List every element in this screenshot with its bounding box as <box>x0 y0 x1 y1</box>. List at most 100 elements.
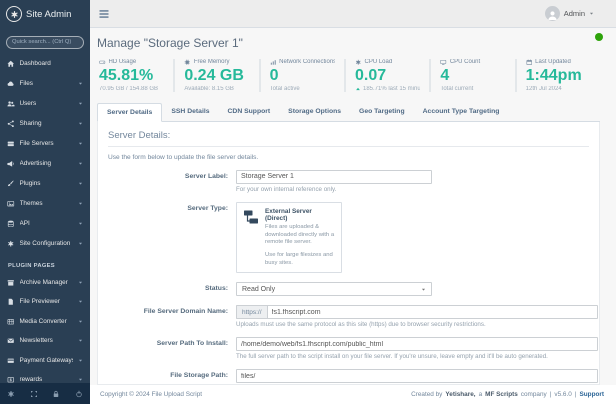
sidebar-item-api[interactable]: API <box>0 214 90 234</box>
chevron-down-icon <box>78 201 83 206</box>
server-type-title: External Server (Direct) <box>265 208 335 222</box>
version-label: v5.6.0 <box>554 391 571 398</box>
form-row-domain: File Server Domain Name: https:// Upload… <box>108 305 589 328</box>
stat-label: Free Memory <box>194 59 230 65</box>
user-menu[interactable]: Admin <box>545 6 594 21</box>
brand[interactable]: Site Admin <box>0 0 90 26</box>
credits-suffix: company <box>521 391 547 398</box>
sidebar-item-archive-manager[interactable]: Archive Manager <box>0 273 90 293</box>
main-content: Manage "Storage Server 1" HD Usage 45.81… <box>90 28 616 385</box>
sidebar: Site Admin Dashboard Files Users Sharing… <box>0 0 90 404</box>
users-icon <box>7 100 15 108</box>
sidebar-item-users[interactable]: Users <box>0 94 90 114</box>
tab-geo-targeting[interactable]: Geo Targeting <box>350 103 414 122</box>
stat-label: Network Connections <box>279 59 335 65</box>
sidebar-item-sharing[interactable]: Sharing <box>0 114 90 134</box>
stat-value: 4 <box>440 67 505 85</box>
file-servers-icon <box>7 140 15 148</box>
sidebar-item-advertising[interactable]: Advertising <box>0 154 90 174</box>
trend-up-icon <box>355 86 361 92</box>
tab-server-details[interactable]: Server Details <box>97 103 162 122</box>
footer: Copyright © 2024 File Upload Script Crea… <box>90 385 616 404</box>
sidebar-item-site-configuration[interactable]: Site Configuration <box>0 234 90 254</box>
sidebar-item-media-converter[interactable]: Media Converter <box>0 312 90 332</box>
stat-last-updated: Last Updated 1:44pm 12th Jul 2024 <box>515 59 600 92</box>
stat-cpu-count: CPU Count 4 Total current <box>429 59 514 92</box>
status-select-value: Read Only <box>242 286 275 293</box>
cpu-count-icon <box>440 59 447 66</box>
api-icon <box>7 220 15 228</box>
stat-free-memory: Free Memory 0.24 GB Available: 8.15 GB <box>173 59 258 92</box>
sidebar-item-themes[interactable]: Themes <box>0 194 90 214</box>
stat-label: CPU Load <box>364 59 392 65</box>
domain-input[interactable] <box>267 305 598 319</box>
stat-label: Last Updated <box>535 59 571 65</box>
menu-toggle-icon[interactable] <box>98 8 110 20</box>
stat-sub: Total active <box>270 86 335 92</box>
sidebar-item-dashboard[interactable]: Dashboard <box>0 54 90 74</box>
sidebar-footer <box>0 383 90 404</box>
stat-value: 1:44pm <box>526 67 591 85</box>
sidebar-item-label: Advertising <box>20 160 74 167</box>
stat-sub: 70.95 GB / 154.88 GB <box>99 86 164 92</box>
power-icon[interactable] <box>75 390 83 398</box>
fullscreen-icon[interactable] <box>30 390 38 398</box>
sidebar-item-label: Media Converter <box>20 318 74 325</box>
stat-label: CPU Count <box>450 59 480 65</box>
cpu-load-icon <box>355 59 362 66</box>
share-icon <box>7 120 15 128</box>
payment-gateways-icon <box>7 357 15 365</box>
sidebar-item-file-servers[interactable]: File Servers <box>0 134 90 154</box>
chevron-down-icon <box>78 358 83 363</box>
sidebar-item-plugins[interactable]: Plugins <box>0 174 90 194</box>
brand-title: Site Admin <box>26 9 71 20</box>
tab-cdn-support[interactable]: CDN Support <box>219 103 280 122</box>
lock-icon[interactable] <box>52 390 60 398</box>
settings-icon[interactable] <box>7 390 15 398</box>
protocol-addon: https:// <box>236 305 267 319</box>
tab-account-type-targeting[interactable]: Account Type Targeting <box>414 103 509 122</box>
stat-sub: Available: 8.15 GB <box>184 86 249 92</box>
sidebar-item-file-previewer[interactable]: File Previewer <box>0 292 90 312</box>
status-select[interactable]: Read Only <box>236 282 432 296</box>
sidebar-item-label: File Servers <box>20 140 74 147</box>
sidebar-item-files[interactable]: Files <box>0 74 90 94</box>
stat-value: 45.81% <box>99 67 164 85</box>
chevron-down-icon <box>589 11 594 16</box>
chevron-down-icon <box>78 319 83 324</box>
stat-cpu-load: CPU Load 0.07 185.71% last 15 minutes <box>344 59 429 92</box>
storage-path-input[interactable] <box>236 369 598 383</box>
page-title: Manage "Storage Server 1" <box>97 36 600 50</box>
home-icon <box>7 60 15 68</box>
install-path-input[interactable] <box>236 337 598 351</box>
tab-storage-options[interactable]: Storage Options <box>279 103 350 122</box>
themes-icon <box>7 200 15 208</box>
server-details-form: Server Label: For your own internal refe… <box>108 170 589 385</box>
sidebar-item-label: Archive Manager <box>20 279 74 286</box>
chevron-down-icon <box>78 241 83 246</box>
stat-sub: 12th Jul 2024 <box>526 86 591 92</box>
sidebar-item-newsletters[interactable]: Newsletters <box>0 331 90 351</box>
sidebar-item-label: Files <box>20 80 74 87</box>
footer-credits: Created by Yetishare, a MF Scripts compa… <box>411 391 604 398</box>
chevron-down-icon <box>78 141 83 146</box>
search-input[interactable] <box>6 36 84 49</box>
gear-icon <box>7 240 15 248</box>
credits-company: MF Scripts <box>485 391 518 398</box>
support-link[interactable]: Support <box>580 391 605 398</box>
server-details-panel: Server Details: Use the form below to up… <box>97 122 600 385</box>
chevron-down-icon <box>78 181 83 186</box>
server-type-card[interactable]: External Server (Direct) Files are uploa… <box>236 202 342 273</box>
chevron-down-icon <box>78 280 83 285</box>
server-label-input[interactable] <box>236 170 432 184</box>
plugins-icon <box>7 180 15 188</box>
chevron-down-icon <box>78 221 83 226</box>
status-online-dot <box>595 33 603 41</box>
field-label: File Server Domain Name: <box>108 305 236 328</box>
sidebar-item-label: Users <box>20 100 74 107</box>
field-label: File Storage Path: <box>108 369 236 385</box>
tab-ssh-details[interactable]: SSH Details <box>162 103 218 122</box>
sidebar-item-label: Themes <box>20 200 74 207</box>
sidebar-item-payment-gateways[interactable]: Payment Gateways <box>0 351 90 371</box>
advertising-icon <box>7 160 15 168</box>
